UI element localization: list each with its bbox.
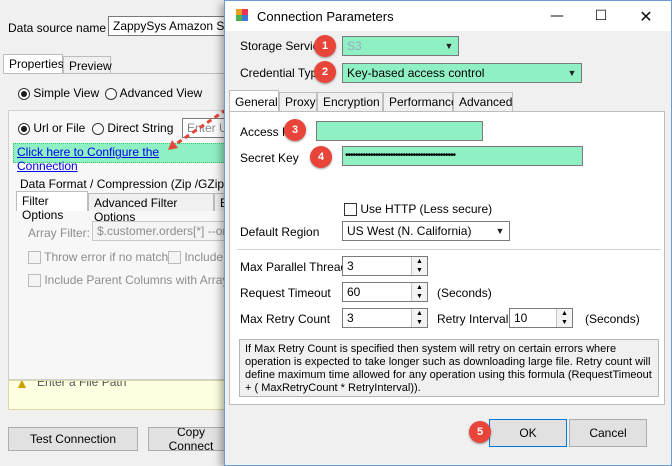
title-bar: Connection Parameters — ☐ ✕ xyxy=(225,1,671,31)
storage-service-select[interactable]: S3 ▼ xyxy=(342,36,459,56)
chevron-down-icon: ▼ xyxy=(444,41,454,51)
tab-performance[interactable]: Performance xyxy=(383,92,458,112)
retry-info-text: If Max Retry Count is specified then sys… xyxy=(239,339,659,397)
request-timeout-value: 60 xyxy=(347,285,361,299)
tab-encryption[interactable]: Encryption xyxy=(317,92,383,112)
minimize-icon[interactable]: — xyxy=(535,1,579,31)
retry-interval-unit: (Seconds) xyxy=(585,312,640,326)
max-retry-label: Max Retry Count xyxy=(240,312,331,326)
separator xyxy=(237,249,661,250)
use-http-option[interactable]: Use HTTP (Less secure) xyxy=(344,202,493,217)
secret-key-label: Secret Key xyxy=(240,151,299,165)
retry-interval-value: 10 xyxy=(514,311,528,325)
default-region-select[interactable]: US West (N. California) ▼ xyxy=(342,221,510,241)
credential-type-label: Credential Type xyxy=(240,66,324,80)
storage-service-label: Storage Service xyxy=(240,39,324,53)
step-badge-3: 3 xyxy=(284,119,306,141)
request-timeout-unit: (Seconds) xyxy=(437,286,492,300)
tab-general[interactable]: General xyxy=(229,90,279,112)
request-timeout-spinner[interactable]: 60 ▲ ▼ xyxy=(342,282,428,302)
step-badge-1: 1 xyxy=(314,35,336,57)
default-region-value: US West (N. California) xyxy=(347,224,472,238)
ok-button[interactable]: OK xyxy=(489,419,567,447)
cancel-button[interactable]: Cancel xyxy=(569,419,647,447)
retry-interval-label: Retry Interval xyxy=(437,312,509,326)
step-badge-4: 4 xyxy=(310,146,332,168)
connection-parameters-dialog: Connection Parameters — ☐ ✕ Storage Serv… xyxy=(224,0,672,466)
use-http-checkbox[interactable] xyxy=(344,203,357,217)
step-badge-5: 5 xyxy=(469,421,491,443)
close-icon[interactable]: ✕ xyxy=(623,1,669,31)
credential-type-value: Key-based access control xyxy=(347,66,485,80)
spinner-arrows-icon[interactable]: ▲ ▼ xyxy=(411,309,427,327)
spinner-arrows-icon[interactable]: ▲ ▼ xyxy=(411,257,427,275)
spinner-arrows-icon[interactable]: ▲ ▼ xyxy=(411,283,427,301)
max-parallel-spinner[interactable]: 3 ▲ ▼ xyxy=(342,256,428,276)
request-timeout-label: Request Timeout xyxy=(240,286,331,300)
spinner-arrows-icon[interactable]: ▲ ▼ xyxy=(556,309,572,327)
secret-key-input[interactable]: ••••••••••••••••••••••••••••••••••••••••… xyxy=(342,146,583,166)
max-parallel-value: 3 xyxy=(347,259,354,273)
maximize-icon[interactable]: ☐ xyxy=(579,1,623,31)
access-key-input[interactable] xyxy=(316,121,483,141)
app-icon xyxy=(235,8,249,22)
storage-service-value: S3 xyxy=(347,39,362,53)
credential-type-select[interactable]: Key-based access control ▼ xyxy=(342,63,582,83)
max-retry-spinner[interactable]: 3 ▲ ▼ xyxy=(342,308,428,328)
max-retry-value: 3 xyxy=(347,311,354,325)
use-http-label: Use HTTP (Less secure) xyxy=(360,202,493,216)
max-parallel-label: Max Parallel Threads xyxy=(240,260,354,274)
chevron-down-icon: ▼ xyxy=(495,226,505,236)
tab-proxy[interactable]: Proxy xyxy=(279,92,317,112)
retry-interval-spinner[interactable]: 10 ▲ ▼ xyxy=(509,308,573,328)
chevron-down-icon: ▼ xyxy=(567,68,577,78)
tab-advanced[interactable]: Advanced xyxy=(453,92,513,112)
dialog-title: Connection Parameters xyxy=(257,9,394,24)
default-region-label: Default Region xyxy=(240,225,320,239)
step-badge-2: 2 xyxy=(314,61,336,83)
